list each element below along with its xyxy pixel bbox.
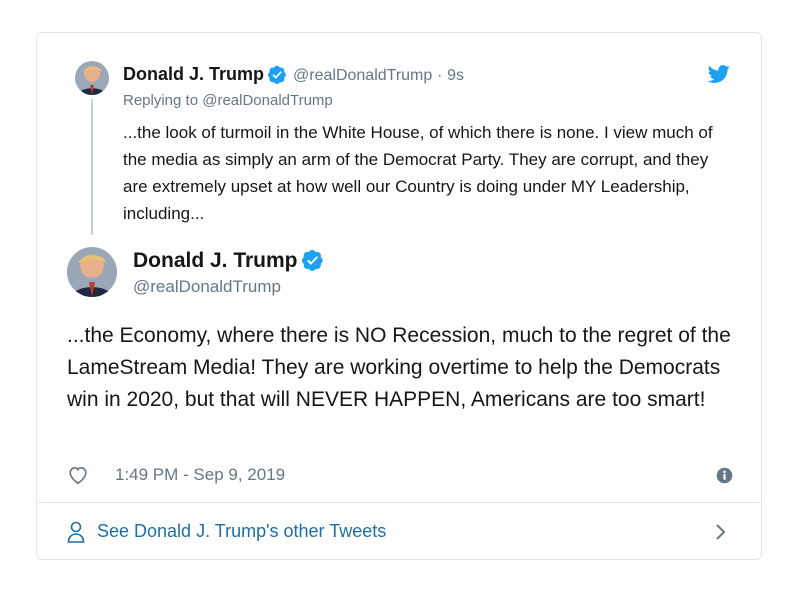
see-other-tweets-link[interactable]: See Donald J. Trump's other Tweets [67,517,733,547]
tweet-actions-row: 1:49 PM - Sep 9, 2019 [67,463,733,489]
footer-divider [37,502,761,503]
person-icon [67,521,85,543]
thread-connector-line [91,99,93,235]
replying-to-line: Replying to @realDonaldTrump [123,92,333,109]
tweet-text: ...the Economy, where there is NO Recess… [67,324,731,411]
reply-header: Donald J. Trump @realDonaldTrump · 9s [123,63,464,87]
see-other-tweets-label: See Donald J. Trump's other Tweets [97,521,387,541]
verified-badge-icon [301,249,323,271]
avatar-image [67,247,117,297]
reply-author-handle[interactable]: @realDonaldTrump [293,67,432,84]
reply-separator: · [437,67,443,84]
reply-author-avatar[interactable] [75,61,109,95]
tweet-author-avatar[interactable] [67,247,117,297]
reply-tweet-text: ...the look of turmoil in the White Hous… [123,123,713,223]
embedded-tweet-card: Donald J. Trump @realDonaldTrump · 9s Rep… [36,32,762,560]
tweet-author-name-row: Donald J. Trump [133,249,330,273]
replying-to-prefix: Replying to [123,92,199,109]
tweet-timestamp[interactable]: 1:49 PM - Sep 9, 2019 [115,465,285,485]
verified-badge-icon [268,65,286,84]
reply-author-name[interactable]: Donald J. Trump [123,64,264,84]
reply-time[interactable]: 9s [447,67,464,84]
tweet-author-name[interactable]: Donald J. Trump [133,249,298,272]
tweet-author-handle[interactable]: @realDonaldTrump [133,277,281,297]
avatar-image [75,61,109,95]
heart-icon[interactable] [67,464,89,486]
info-icon[interactable] [716,467,733,484]
twitter-bird-icon[interactable] [707,63,731,85]
chevron-right-icon [716,524,726,540]
replying-to-handle-link[interactable]: @realDonaldTrump [202,92,333,109]
